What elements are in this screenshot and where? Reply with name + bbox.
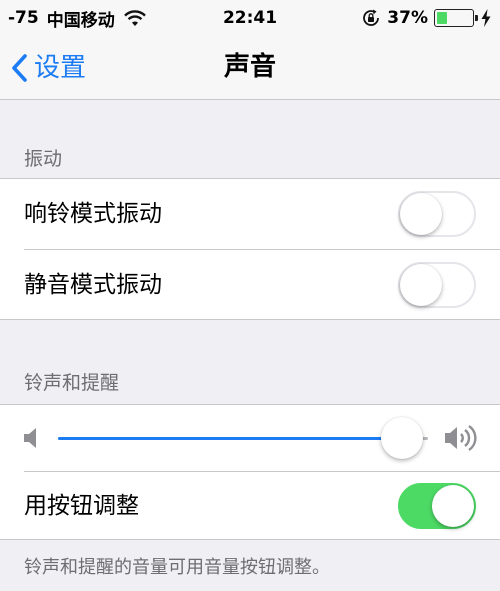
section-header-vibrate: 振动 bbox=[24, 148, 63, 170]
volume-slider[interactable] bbox=[58, 417, 428, 459]
toggle-knob bbox=[400, 193, 442, 235]
section-header-ringer: 铃声和提醒 bbox=[24, 372, 120, 394]
ring-vibrate-row: 响铃模式振动 bbox=[0, 179, 500, 249]
battery-percent: 37% bbox=[387, 8, 428, 28]
change-with-buttons-label: 用按钮调整 bbox=[24, 493, 139, 519]
battery-nub bbox=[475, 15, 478, 21]
vibrate-group: 响铃模式振动 静音模式振动 bbox=[0, 178, 500, 320]
battery-icon bbox=[434, 9, 478, 27]
silent-vibrate-label: 静音模式振动 bbox=[24, 272, 162, 298]
back-chevron-icon bbox=[12, 53, 27, 82]
silent-vibrate-row: 静音模式振动 bbox=[0, 250, 500, 320]
volume-slider-row bbox=[0, 405, 500, 471]
change-with-buttons-row: 用按钮调整 bbox=[0, 472, 500, 540]
volume-slider-fill bbox=[58, 437, 403, 440]
battery-fill bbox=[437, 12, 448, 24]
volume-slider-thumb[interactable] bbox=[381, 417, 424, 459]
status-bar: -75 中国移动 22:41 37% bbox=[0, 0, 500, 36]
volume-low-icon bbox=[24, 428, 36, 448]
ring-vibrate-label: 响铃模式振动 bbox=[24, 201, 162, 227]
ringer-group: 用按钮调整 bbox=[0, 404, 500, 540]
ring-vibrate-toggle[interactable] bbox=[398, 191, 476, 237]
back-button[interactable]: 设置 bbox=[10, 36, 86, 99]
footer-note: 铃声和提醒的音量可用音量按钮调整。 bbox=[24, 557, 330, 578]
volume-high-icon bbox=[445, 425, 477, 451]
change-with-buttons-toggle[interactable] bbox=[398, 483, 476, 529]
rotation-lock-icon bbox=[363, 9, 380, 26]
toggle-knob bbox=[432, 485, 474, 527]
charging-icon bbox=[481, 9, 491, 27]
back-button-label: 设置 bbox=[34, 52, 87, 83]
silent-vibrate-toggle[interactable] bbox=[398, 262, 476, 308]
navigation-bar: 设置 声音 bbox=[0, 36, 500, 100]
toggle-knob bbox=[400, 264, 442, 306]
status-right: 37% bbox=[361, 6, 492, 30]
